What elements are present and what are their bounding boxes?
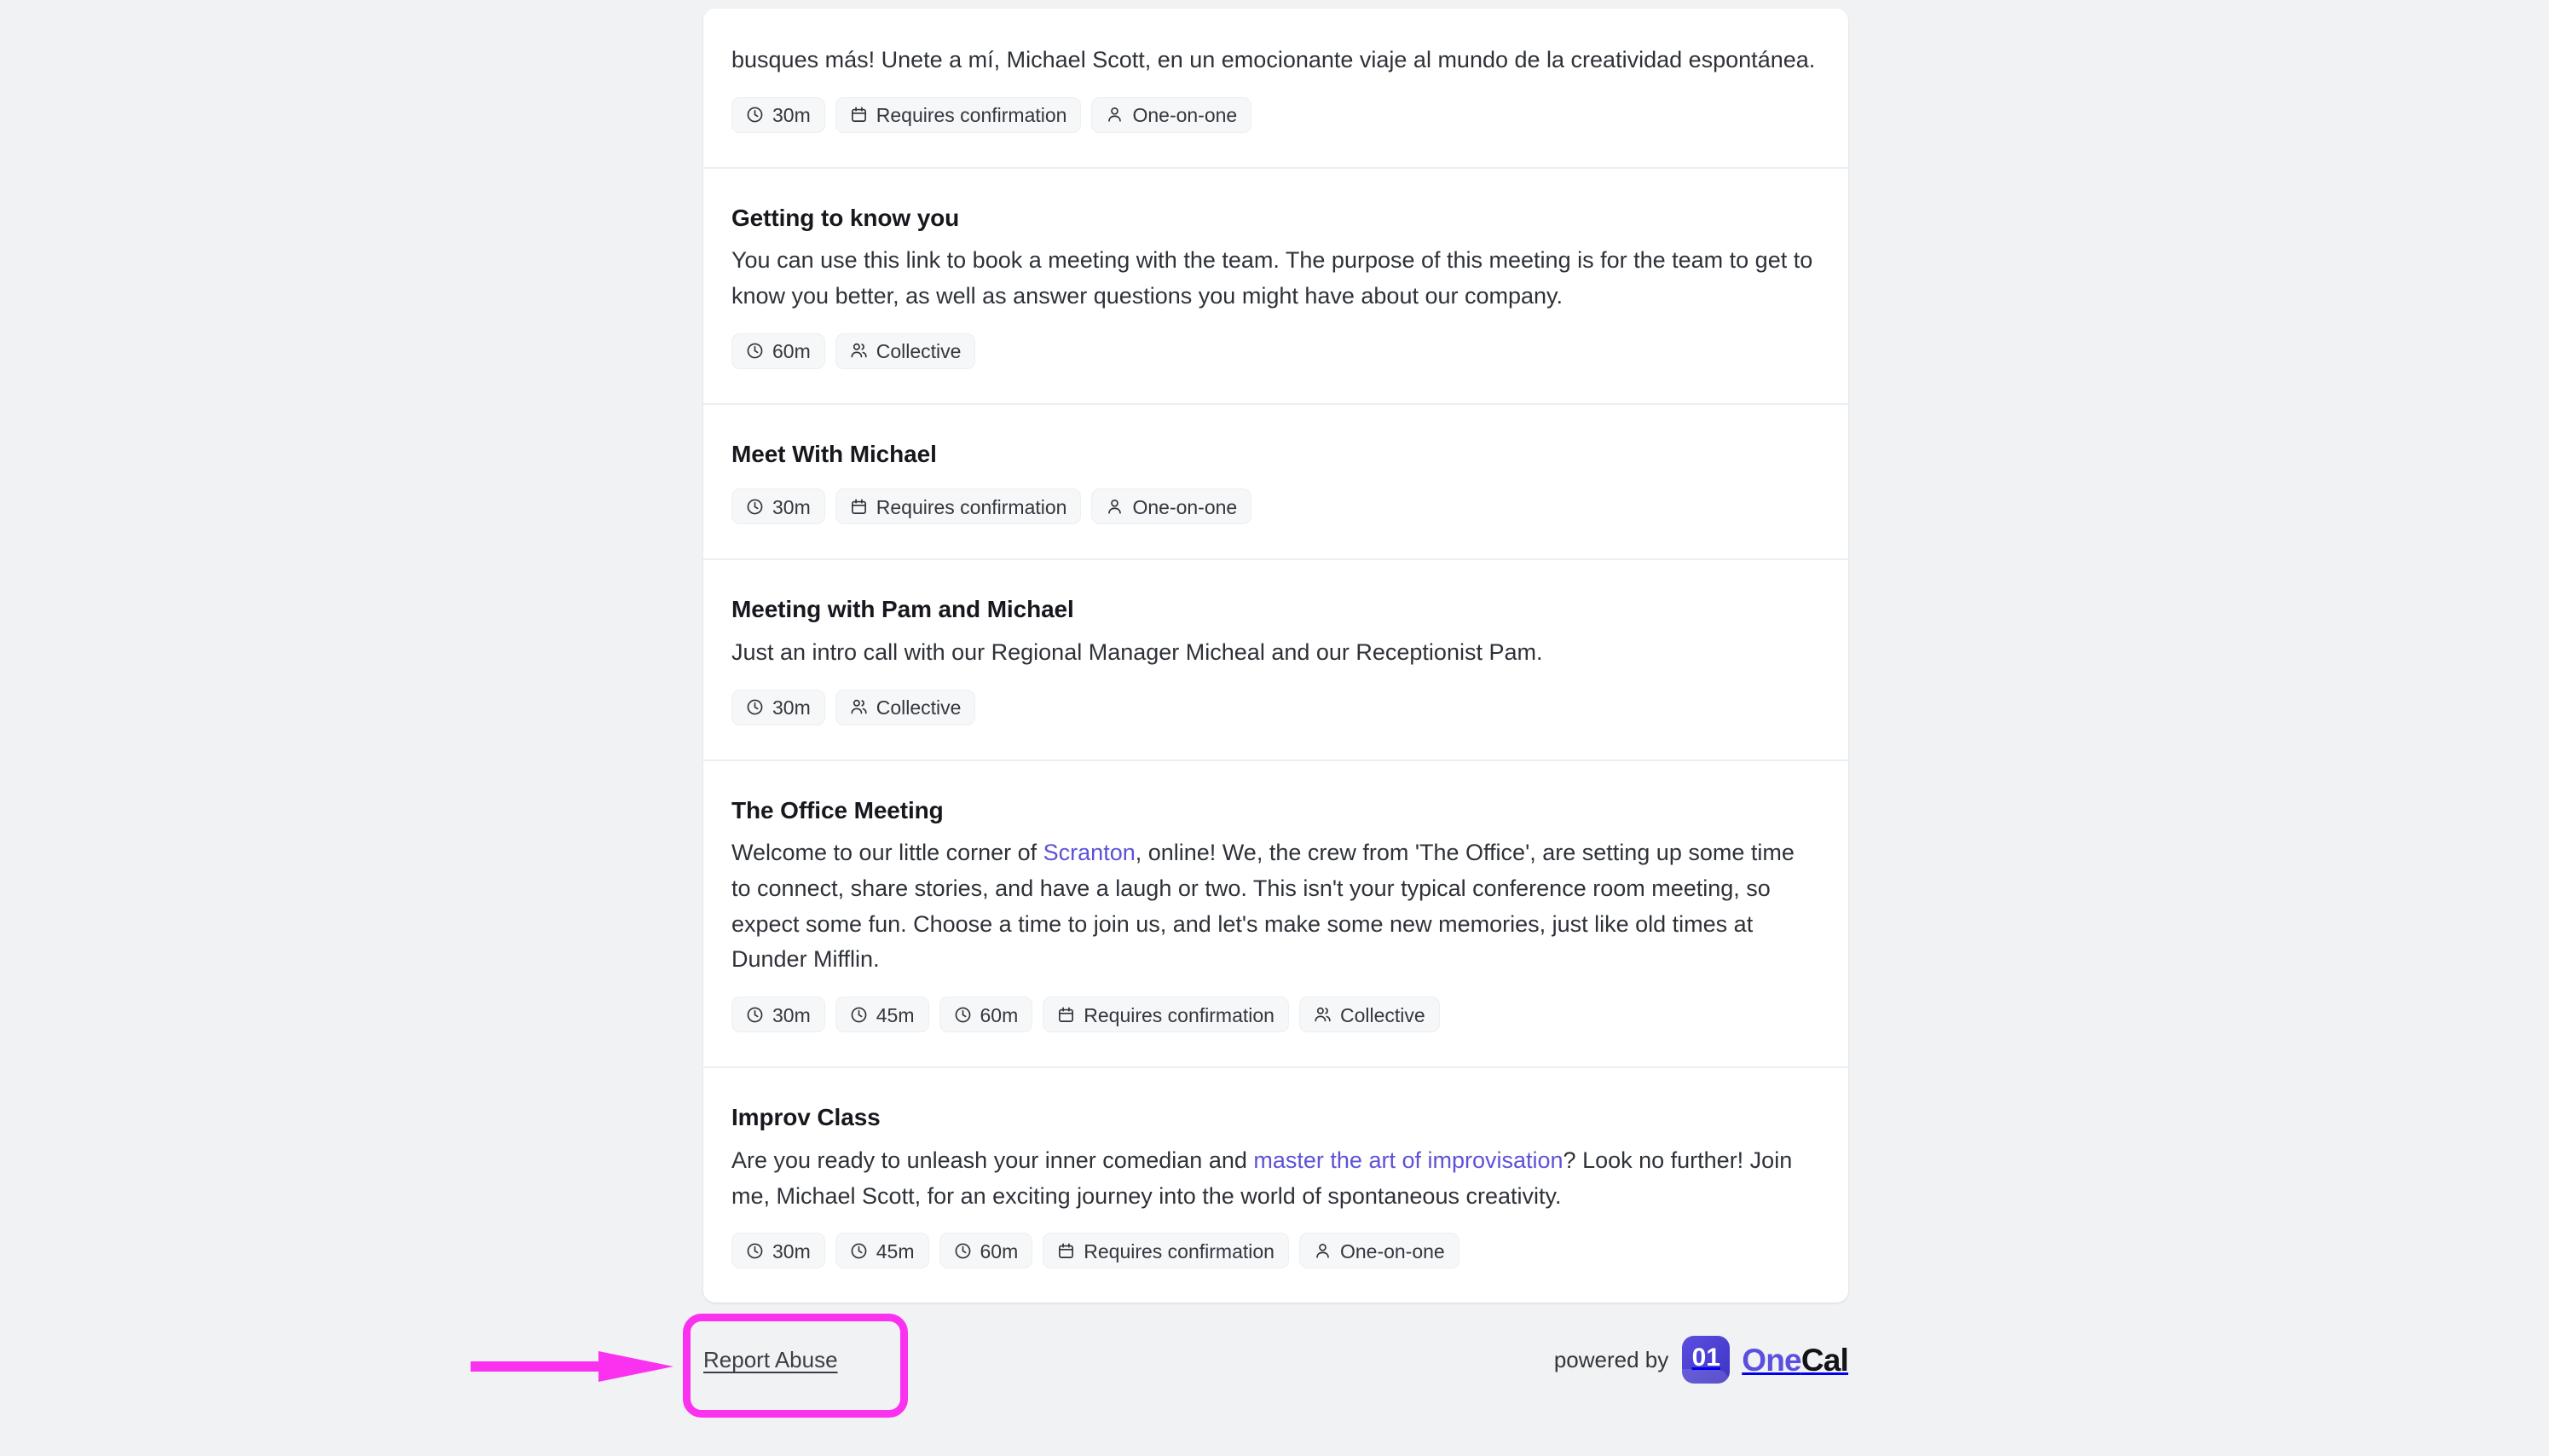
event-badge: 60m <box>731 332 825 369</box>
event-badge-label: Requires confirmation <box>1084 1003 1274 1026</box>
event-type-row[interactable]: The Office Meeting Welcome to our little … <box>703 761 1848 1069</box>
wordmark-one: One <box>1742 1342 1801 1378</box>
event-badge: Requires confirmation <box>835 96 1082 133</box>
event-badge-label: 60m <box>980 1003 1019 1026</box>
event-type-row[interactable]: Meeting with Pam and Michael Just an intr… <box>703 560 1848 761</box>
event-type-description: Welcome to our little corner of Scranton… <box>731 839 1795 973</box>
event-type-description: busques más! Unete a mí, Michael Scott, … <box>731 47 1816 72</box>
clock-icon <box>746 1006 764 1024</box>
event-type-badge-row: 30m 45m 60m Requires confirmation One-on-one <box>731 1233 1820 1269</box>
event-type-badge-row: 30m Collective <box>731 689 1820 725</box>
clock-icon <box>954 1006 972 1024</box>
event-badge: 30m <box>731 689 825 725</box>
clock-icon <box>954 1242 972 1260</box>
event-badge: One-on-one <box>1091 96 1252 133</box>
event-type-badge-row: 60m Collective <box>731 332 1820 369</box>
event-badge-label: 30m <box>772 104 811 127</box>
calendar-icon <box>1057 1006 1075 1024</box>
event-type-description: You can use this link to book a meeting … <box>731 247 1813 309</box>
clock-icon <box>746 1242 764 1260</box>
event-type-description: Are you ready to unleash your inner come… <box>731 1147 1793 1209</box>
person-icon <box>1106 106 1124 124</box>
event-type-row[interactable]: Getting to know you You can use this link… <box>703 169 1848 405</box>
clock-icon <box>850 1006 868 1024</box>
event-badge-label: 60m <box>980 1239 1019 1262</box>
event-badge-label: One-on-one <box>1132 104 1238 127</box>
clock-icon <box>746 342 764 360</box>
event-badge-label: Requires confirmation <box>876 104 1067 127</box>
event-badge-label: 30m <box>772 495 811 518</box>
event-type-title: Meet With Michael <box>731 440 937 467</box>
clock-icon <box>850 1242 868 1260</box>
event-type-row[interactable]: Improv Class Are you ready to unleash you… <box>703 1068 1848 1303</box>
person-icon <box>1106 498 1124 516</box>
report-abuse-link[interactable]: Report Abuse <box>703 1349 838 1371</box>
event-badge: Requires confirmation <box>1043 997 1289 1033</box>
event-badge-label: 45m <box>876 1003 915 1026</box>
onecal-brand-link[interactable]: 01 OneCal <box>1682 1336 1849 1384</box>
event-badge-label: 30m <box>772 696 811 719</box>
inline-link-master-the-art-of-improvisation[interactable]: master the art of improvisation <box>1253 1147 1563 1173</box>
event-badge-label: One-on-one <box>1132 495 1238 518</box>
event-type-title: Improv Class <box>731 1104 881 1131</box>
event-badge-label: 60m <box>772 340 811 363</box>
event-badge-label: 45m <box>876 1239 915 1262</box>
onecal-logo-icon: 01 <box>1682 1336 1731 1384</box>
event-badge: Requires confirmation <box>835 488 1082 525</box>
event-badge: 60m <box>939 997 1033 1033</box>
powered-by-group: powered by 01 OneCal <box>1553 1336 1849 1384</box>
event-type-badge-row: 30m Requires confirmation One-on-one <box>731 488 1820 525</box>
event-badge: One-on-one <box>1298 1233 1459 1269</box>
event-type-description: Just an intro call with our Regional Man… <box>731 638 1543 665</box>
person-icon <box>1314 1242 1332 1260</box>
event-badge: 45m <box>835 1233 929 1269</box>
wordmark-cal: Cal <box>1800 1342 1849 1378</box>
event-badge-label: Collective <box>876 340 962 363</box>
event-badge: 30m <box>731 488 825 525</box>
event-badge-label: 30m <box>772 1003 811 1026</box>
event-type-title: The Office Meeting <box>731 796 944 823</box>
event-type-title: Meeting with Pam and Michael <box>731 596 1074 623</box>
page-footer: Report Abuse powered by 01 OneCal <box>703 1334 1849 1385</box>
event-badge: 45m <box>835 997 929 1033</box>
event-type-badge-row: 30m Requires confirmation One-on-one <box>731 96 1820 133</box>
people-icon <box>850 342 868 360</box>
event-badge-label: Requires confirmation <box>876 495 1067 518</box>
clock-icon <box>746 106 764 124</box>
annotation-arrow-icon <box>471 1351 673 1382</box>
clock-icon <box>746 498 764 516</box>
event-badge: 30m <box>731 1233 825 1269</box>
event-badge-label: Collective <box>1339 1003 1425 1026</box>
event-type-row[interactable]: Meet With Michael 30m Requires confirmatio… <box>703 405 1848 561</box>
inline-link-scranton[interactable]: Scranton <box>1043 840 1136 865</box>
event-badge: Collective <box>835 332 976 369</box>
event-type-badge-row: 30m 45m 60m Requires confirmation Collective <box>731 997 1820 1033</box>
event-badge: Collective <box>835 689 976 725</box>
powered-by-label: powered by <box>1553 1347 1669 1372</box>
event-badge-label: 30m <box>772 1239 811 1262</box>
event-type-title: Getting to know you <box>731 204 960 231</box>
calendar-icon <box>850 498 868 516</box>
page-root: busques más! Unete a mí, Michael Scott, … <box>0 0 2549 1456</box>
calendar-icon <box>1057 1242 1075 1260</box>
event-badge: Requires confirmation <box>1043 1233 1289 1269</box>
event-type-row[interactable]: busques más! Unete a mí, Michael Scott, … <box>703 9 1848 169</box>
event-badge-label: Requires confirmation <box>1084 1239 1274 1262</box>
people-icon <box>1314 1006 1332 1024</box>
event-badge: 30m <box>731 96 825 133</box>
event-badge: 60m <box>939 1233 1033 1269</box>
people-icon <box>850 698 868 716</box>
event-badge: Collective <box>1298 997 1440 1033</box>
event-badge-label: Collective <box>876 696 962 719</box>
clock-icon <box>746 698 764 716</box>
onecal-logo-digits: 01 <box>1691 1343 1720 1372</box>
onecal-wordmark: OneCal <box>1742 1342 1849 1378</box>
event-badge: 30m <box>731 997 825 1033</box>
event-badge: One-on-one <box>1091 488 1252 525</box>
calendar-icon <box>850 106 868 124</box>
event-badge-label: One-on-one <box>1339 1239 1445 1262</box>
booking-event-list-card: busques más! Unete a mí, Michael Scott, … <box>703 9 1848 1303</box>
